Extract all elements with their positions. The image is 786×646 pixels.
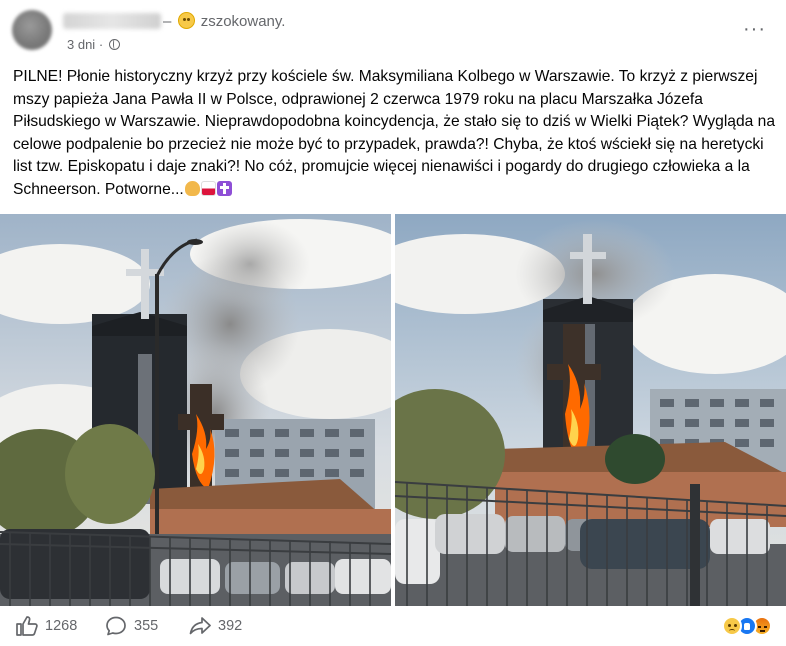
share-arrow-icon	[189, 617, 211, 635]
comment-bubble-icon	[106, 616, 126, 636]
reaction-summary[interactable]	[722, 616, 772, 636]
photo-grid	[0, 214, 786, 606]
thumbs-up-icon	[16, 616, 38, 636]
comment-button[interactable]: 355	[105, 616, 158, 636]
globe-icon[interactable]	[108, 39, 120, 50]
photo-right[interactable]	[395, 214, 786, 606]
sad-reaction-icon	[722, 616, 742, 636]
share-button[interactable]: 392	[189, 616, 242, 636]
like-count: 1268	[45, 618, 78, 634]
post-timestamp[interactable]: 3 dni	[67, 37, 95, 52]
praying-hands-icon	[184, 180, 200, 196]
poland-flag-icon	[200, 180, 216, 196]
shocked-emoji-icon	[177, 12, 195, 29]
feeling-label: zszokowany.	[200, 13, 286, 30]
like-button[interactable]: 1268	[16, 616, 77, 636]
post-meta: 3 dni ·	[67, 37, 120, 52]
comment-count: 355	[134, 618, 159, 634]
post-body-text: PILNE! Płonie historyczny krzyż przy koś…	[13, 68, 776, 198]
meta-separator: ·	[98, 37, 104, 52]
post-body: PILNE! Płonie historyczny krzyż przy koś…	[13, 66, 777, 201]
photo-left[interactable]	[0, 214, 391, 606]
avatar[interactable]	[12, 10, 52, 50]
latin-cross-icon	[216, 180, 232, 196]
more-options-icon[interactable]: ···	[743, 19, 766, 39]
post-header: – zszokowany. 3 dni · ···	[0, 0, 786, 60]
feeling-status: – zszokowany.	[163, 12, 286, 30]
share-count: 392	[218, 618, 243, 634]
author-name-redacted[interactable]	[63, 13, 161, 29]
post-footer: 1268 355 392	[0, 606, 786, 646]
